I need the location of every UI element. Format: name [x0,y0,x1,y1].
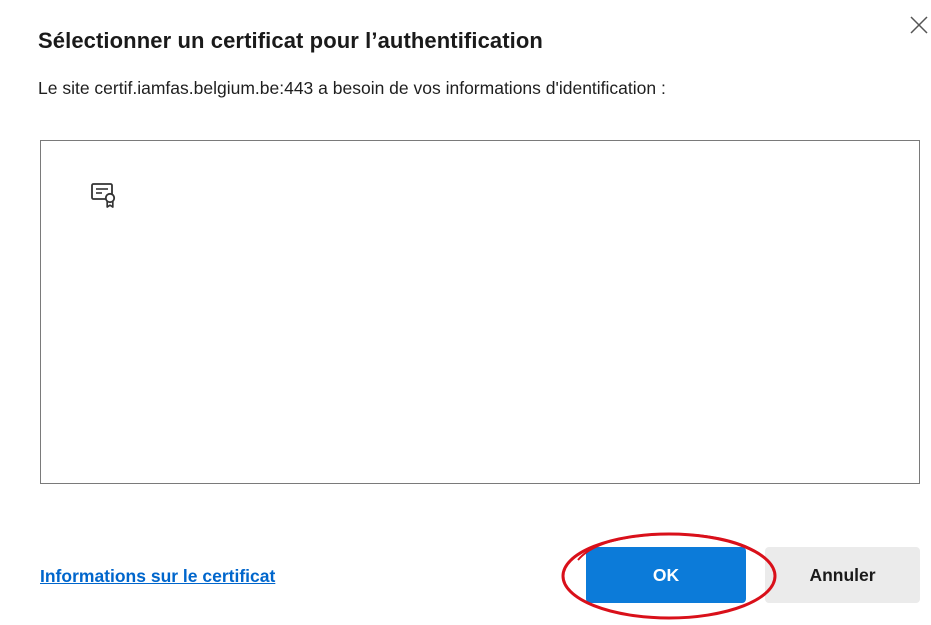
close-icon [910,16,928,34]
certificate-icon [91,183,116,208]
cancel-button[interactable]: Annuler [765,547,920,603]
certificate-dialog: Sélectionner un certificat pour l’authen… [0,0,931,625]
certificate-list[interactable] [40,140,920,484]
ok-button[interactable]: OK [586,547,746,603]
certificate-info-link[interactable]: Informations sur le certificat [40,566,275,587]
dialog-description: Le site certif.iamfas.belgium.be:443 a b… [38,78,666,98]
dialog-title: Sélectionner un certificat pour l’authen… [38,28,543,53]
close-button[interactable] [908,14,930,36]
certificate-list-item[interactable] [89,179,121,211]
